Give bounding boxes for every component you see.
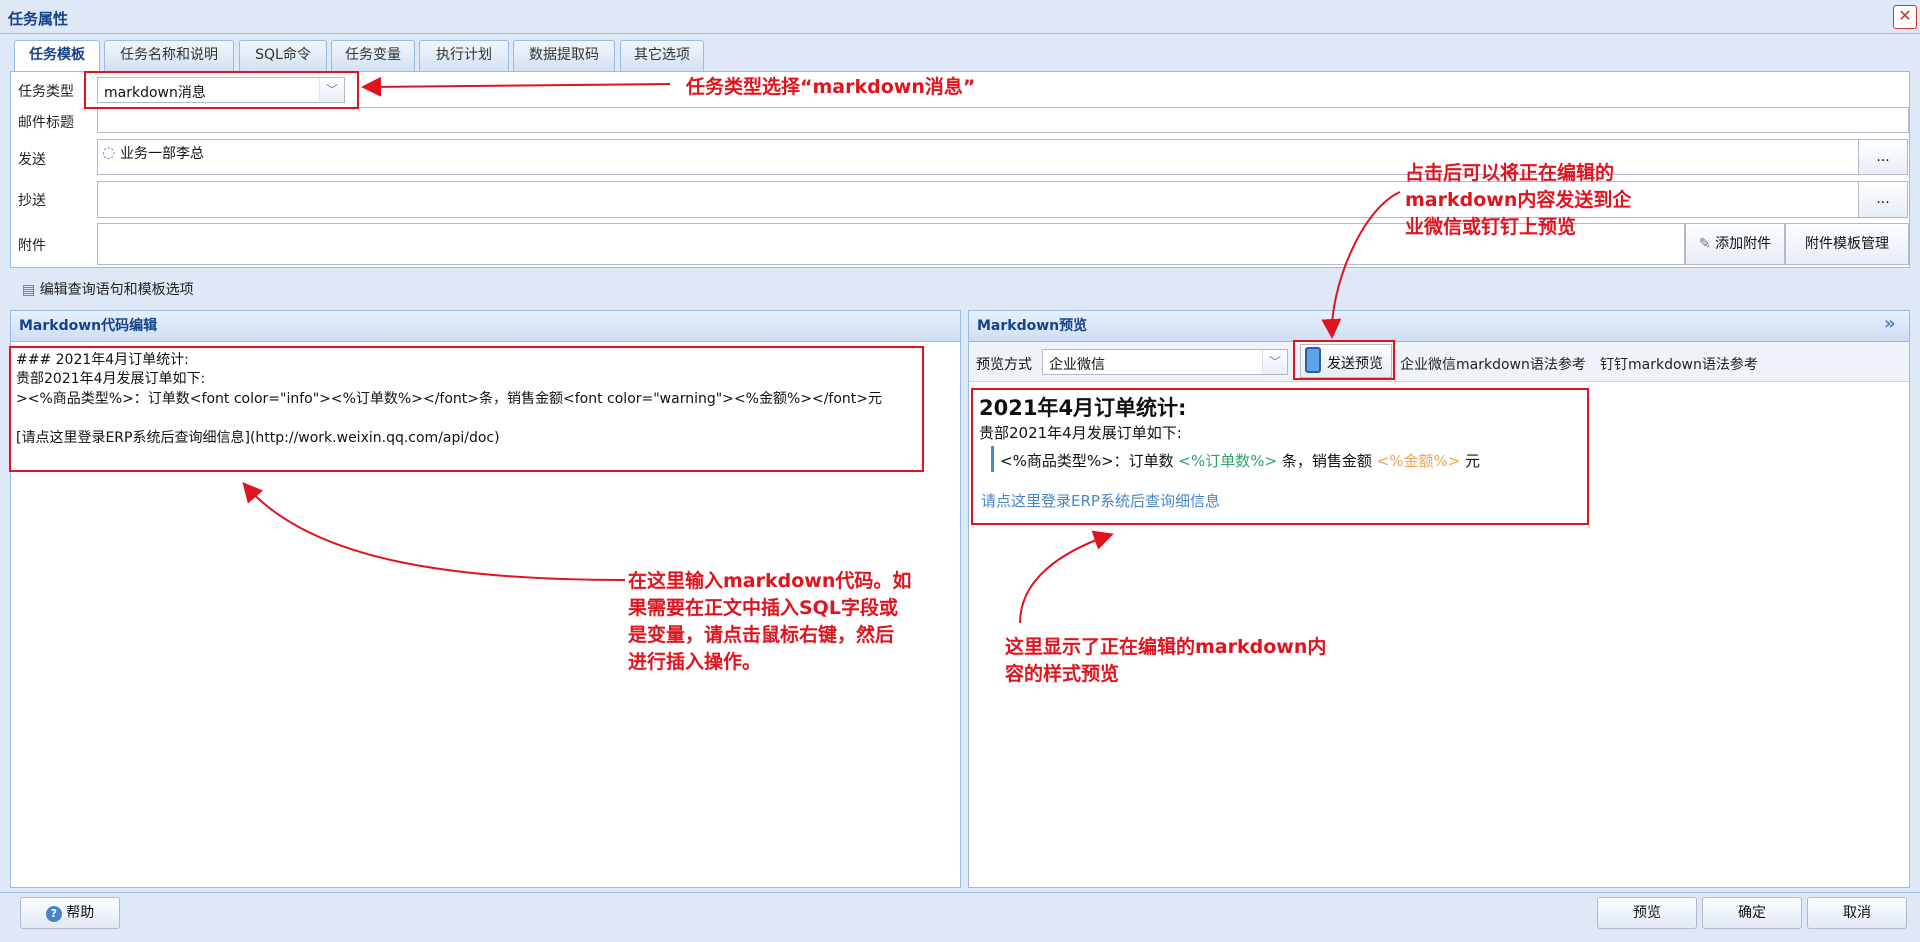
close-icon: ✕ (1898, 6, 1912, 25)
annotation-line: 在这里输入markdown代码。如 (628, 570, 912, 592)
mail-subject-input[interactable] (97, 107, 1909, 133)
chevron-down-icon[interactable]: ﹀ (1262, 350, 1287, 374)
annotation-line: 果需要在正文中插入SQL字段或 (628, 597, 898, 619)
annotation-line: 占击后可以将正在编辑的 (1405, 162, 1615, 184)
title-bar (0, 0, 1920, 34)
preview-button[interactable]: 预览 (1597, 897, 1697, 929)
mail-subject-label: 邮件标题 (18, 115, 74, 131)
attachment-template-button[interactable]: 附件模板管理 (1785, 223, 1909, 265)
highlight-preview (971, 388, 1589, 525)
tab-task-name[interactable]: 任务名称和说明 (104, 40, 234, 71)
annotation-line: 是变量，请点击鼠标右键，然后 (628, 624, 895, 646)
annotation-line: 这里显示了正在编辑的markdown内 (1005, 636, 1327, 658)
edit-query-button[interactable]: ▤ 编辑查询语句和模板选项 (22, 279, 194, 299)
tab-sql-command[interactable]: SQL命令 (239, 40, 327, 71)
dingtalk-syntax-link[interactable]: 钉钉markdown语法参考 (1600, 354, 1758, 374)
cc-label: 抄送 (18, 193, 46, 209)
highlight-task-type (84, 71, 359, 109)
user-search-icon: ◌ (102, 143, 116, 161)
preview-mode-select[interactable]: 企业微信 ﹀ (1042, 349, 1288, 375)
annotation-task-type: 任务类型选择“markdown消息” (686, 76, 976, 98)
wecom-syntax-link[interactable]: 企业微信markdown语法参考 (1400, 354, 1586, 374)
tab-schedule[interactable]: 执行计划 (419, 40, 509, 71)
cc-browse-button[interactable]: ... (1858, 181, 1908, 218)
add-attachment-label: 添加附件 (1715, 236, 1772, 252)
to-browse-button[interactable]: ... (1858, 139, 1908, 175)
edit-query-label: 编辑查询语句和模板选项 (39, 282, 194, 298)
tab-task-variables[interactable]: 任务变量 (331, 40, 415, 71)
tab-other-options[interactable]: 其它选项 (620, 40, 704, 71)
query-toolbar: ▤ 编辑查询语句和模板选项 (10, 270, 1910, 306)
tab-task-template[interactable]: 任务模板 (14, 40, 100, 72)
preview-mode-value: 企业微信 (1049, 357, 1105, 373)
window-title: 任务属性 (8, 10, 69, 28)
collapse-icon[interactable]: » (1884, 313, 1896, 334)
to-recipient: 业务一部李总 (120, 146, 204, 162)
annotation-editor: 在这里输入markdown代码。如 果需要在正文中插入SQL字段或 是变量，请点… (628, 568, 911, 676)
add-attachment-button[interactable]: ✎ 添加附件 (1685, 223, 1785, 265)
preview-panel-header: Markdown预览 (968, 310, 1910, 342)
help-icon: ? (45, 906, 62, 922)
tab-extract-code[interactable]: 数据提取码 (513, 40, 615, 71)
annotation-line: 容的样式预览 (1005, 663, 1120, 685)
highlight-editor (9, 346, 924, 472)
database-icon: ▤ (22, 282, 36, 298)
preview-mode-label: 预览方式 (976, 357, 1032, 373)
attachment-label: 附件 (18, 238, 46, 254)
task-type-label: 任务类型 (18, 84, 74, 100)
close-button[interactable]: ✕ (1893, 5, 1917, 29)
annotation-line: markdown内容发送到企 (1405, 189, 1632, 211)
highlight-send-preview (1293, 340, 1395, 380)
annotation-line: 业微信或钉钉上预览 (1405, 216, 1577, 238)
help-button[interactable]: ? 帮助 (20, 897, 120, 929)
ok-button[interactable]: 确定 (1702, 897, 1802, 929)
annotation-send-preview: 占击后可以将正在编辑的 markdown内容发送到企 业微信或钉钉上预览 (1405, 160, 1631, 241)
cancel-button[interactable]: 取消 (1807, 897, 1907, 929)
help-label: 帮助 (66, 905, 95, 921)
annotation-line: 进行插入操作。 (628, 651, 762, 673)
to-label: 发送 (18, 152, 46, 168)
paperclip-icon: ✎ (1698, 236, 1711, 252)
annotation-preview: 这里显示了正在编辑的markdown内 容的样式预览 (1005, 634, 1326, 688)
editor-panel-header: Markdown代码编辑 (10, 310, 961, 342)
